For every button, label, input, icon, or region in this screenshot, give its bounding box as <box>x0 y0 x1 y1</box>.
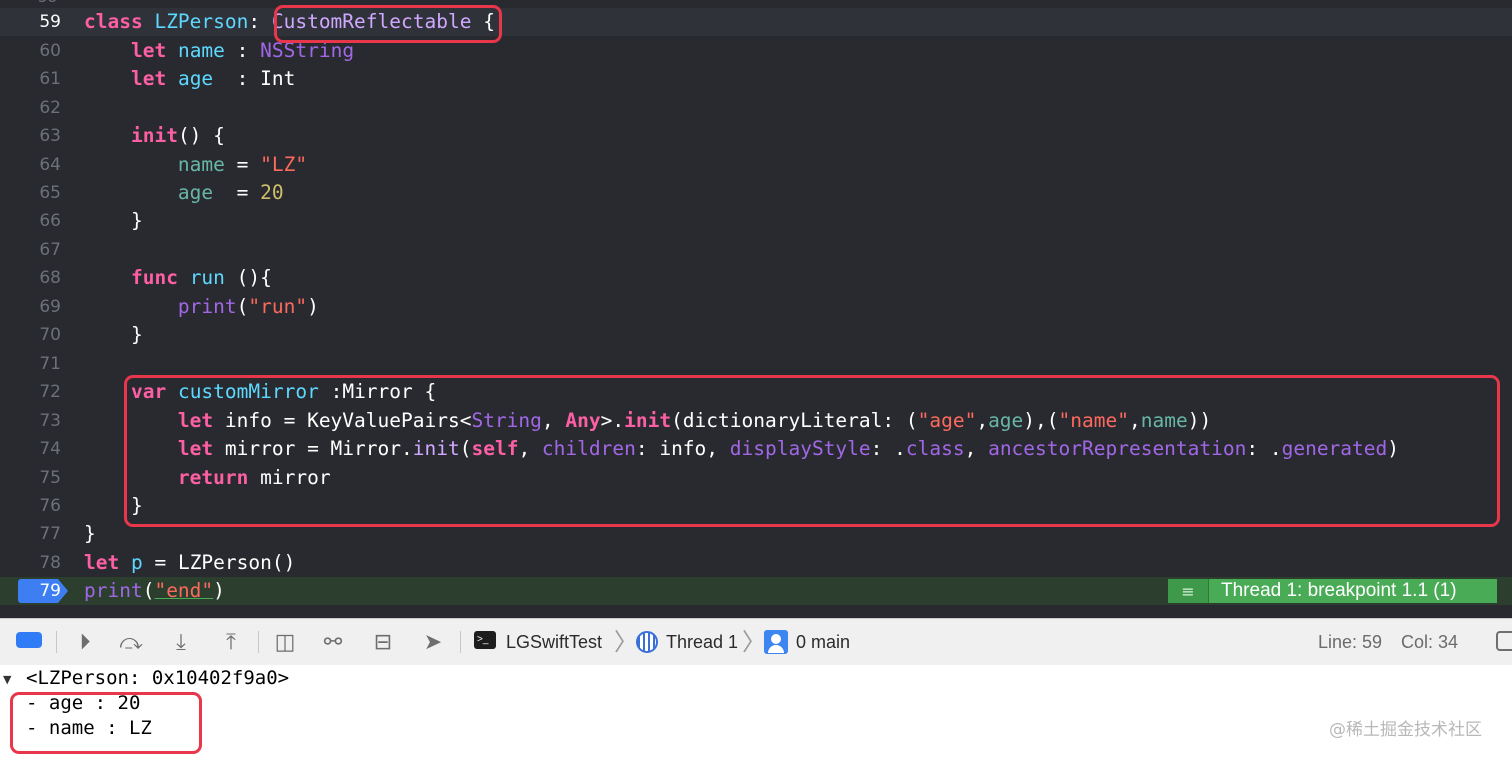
code-line-76[interactable]: 76 } <box>0 492 1512 520</box>
line-number: 79 <box>39 581 61 601</box>
code-text[interactable]: } <box>84 207 143 235</box>
step-out-icon[interactable]: ⤒ <box>214 627 248 657</box>
code-line-69[interactable]: 69 print("run") <box>0 293 1512 321</box>
code-line-70[interactable]: 70 } <box>0 321 1512 349</box>
separator <box>460 631 461 653</box>
code-line-74[interactable]: 74 let mirror = Mirror.init(self, childr… <box>0 435 1512 463</box>
list-icon[interactable]: ≡ <box>1168 579 1208 603</box>
line-number: 65 <box>39 183 61 203</box>
continue-icon[interactable]: ⏵ <box>68 627 102 657</box>
step-over-icon[interactable]: ⤼ <box>114 627 148 657</box>
step-into-icon[interactable]: ⤓ <box>164 627 198 657</box>
environment-overrides-icon[interactable]: ⊟ <box>366 627 400 657</box>
code-line-72[interactable]: 72 var customMirror :Mirror { <box>0 378 1512 406</box>
code-text[interactable]: age = 20 <box>84 179 284 207</box>
disclosure-triangle-icon[interactable]: ▼ <box>3 673 11 686</box>
separator <box>56 631 57 653</box>
debug-console[interactable]: ▼ <LZPerson: 0x10402f9a0> - age : 20 - n… <box>0 665 1512 759</box>
code-line-60[interactable]: 60 let name : NSString <box>0 37 1512 65</box>
console-line: - name : LZ <box>26 717 152 739</box>
code-line-65[interactable]: 65 age = 20 <box>0 179 1512 207</box>
code-text[interactable]: let p = LZPerson() <box>84 549 295 577</box>
thread-icon <box>636 631 658 653</box>
code-line-62[interactable]: 62 <box>0 94 1512 122</box>
code-text[interactable]: let age : Int <box>84 65 295 93</box>
line-number: 73 <box>39 411 61 431</box>
line-number: 74 <box>39 439 61 459</box>
breakpoints-toggle-icon[interactable] <box>16 632 42 648</box>
line-number: 66 <box>39 211 61 231</box>
code-text[interactable]: } <box>84 492 143 520</box>
code-line-73[interactable]: 73 let info = KeyValuePairs<String, Any>… <box>0 407 1512 435</box>
simulate-location-icon[interactable]: ➤ <box>416 627 450 657</box>
line-number: 63 <box>39 126 61 146</box>
code-text[interactable]: print("end") <box>84 577 225 605</box>
code-line-75[interactable]: 75 return mirror <box>0 464 1512 492</box>
memory-graph-icon[interactable]: ⚯ <box>316 627 350 657</box>
line-number: 70 <box>39 325 61 345</box>
code-line-68[interactable]: 68 func run (){ <box>0 264 1512 292</box>
code-line-61[interactable]: 61 let age : Int <box>0 65 1512 93</box>
view-hierarchy-icon[interactable]: ◫ <box>268 627 302 657</box>
line-number: 59 <box>39 12 61 32</box>
console-line: - age : 20 <box>26 692 141 714</box>
watermark: @稀土掘金技术社区 <box>1329 720 1482 740</box>
line-number: 72 <box>39 382 61 402</box>
code-text[interactable]: let name : NSString <box>84 37 354 65</box>
line-number: 69 <box>39 297 61 317</box>
code-text[interactable]: func run (){ <box>84 264 272 292</box>
breakpoint-annotation[interactable]: ≡ Thread 1: breakpoint 1.1 (1) <box>1168 579 1497 603</box>
line-number: 60 <box>39 41 61 61</box>
code-text[interactable]: name = "LZ" <box>84 151 307 179</box>
code-line-59[interactable]: 59 class LZPerson: CustomReflectable { <box>0 8 1512 36</box>
line-number: 71 <box>39 354 61 374</box>
code-text[interactable]: let mirror = Mirror.init(self, children:… <box>84 435 1399 463</box>
code-line-67[interactable]: 67 <box>0 236 1512 264</box>
code-line-77[interactable]: 77 } <box>0 520 1512 548</box>
column-indicator: Col: 34 <box>1401 632 1459 652</box>
code-line-64[interactable]: 64 name = "LZ" <box>0 151 1512 179</box>
line-number: 78 <box>39 553 61 573</box>
terminal-icon: >_ <box>474 631 496 649</box>
breadcrumb-target[interactable]: LGSwiftTest <box>506 619 602 665</box>
code-line-63[interactable]: 63 init() { <box>0 122 1512 150</box>
chevron-right-icon: 〉 <box>614 628 638 656</box>
breadcrumb-frame[interactable]: 0 main <box>796 619 850 665</box>
line-number: 77 <box>39 524 61 544</box>
partial-line-number: 58 <box>0 0 1512 6</box>
line-number: 62 <box>39 98 61 118</box>
line-number: 76 <box>39 496 61 516</box>
code-text[interactable]: } <box>84 321 143 349</box>
debug-bar: ⏵ ⤼ ⤓ ⤒ ◫ ⚯ ⊟ ➤ >_ LGSwiftTest 〉 Thread … <box>0 618 1512 666</box>
chevron-right-icon: 〉 <box>742 628 766 656</box>
code-text[interactable]: } <box>84 520 96 548</box>
code-line-71[interactable]: 71 <box>0 350 1512 378</box>
breadcrumb-thread[interactable]: Thread 1 <box>666 619 738 665</box>
line-number: 67 <box>39 240 61 260</box>
code-line-66[interactable]: 66 } <box>0 207 1512 235</box>
code-text[interactable]: return mirror <box>84 464 331 492</box>
user-frame-icon <box>764 630 788 654</box>
line-number: 75 <box>39 468 61 488</box>
code-line-78[interactable]: 78 let p = LZPerson() <box>0 549 1512 577</box>
code-editor[interactable]: 58 59 class LZPerson: CustomReflectable … <box>0 0 1512 618</box>
panel-toggle-icon[interactable] <box>1496 631 1512 651</box>
line-indicator: Line: 59 <box>1318 632 1383 652</box>
code-text[interactable]: class LZPerson: CustomReflectable { <box>84 8 495 36</box>
breakpoint-label: Thread 1: breakpoint 1.1 (1) <box>1208 579 1497 603</box>
console-line: <LZPerson: 0x10402f9a0> <box>26 667 290 689</box>
code-line-79[interactable]: 79 print("end") ≡ Thread 1: breakpoint 1… <box>0 577 1512 605</box>
line-number: 68 <box>39 268 61 288</box>
code-text[interactable]: print("run") <box>84 293 319 321</box>
code-text[interactable]: let info = KeyValuePairs<String, Any>.in… <box>84 407 1211 435</box>
separator <box>258 631 259 653</box>
code-text[interactable]: var customMirror :Mirror { <box>84 378 436 406</box>
code-text[interactable]: init() { <box>84 122 225 150</box>
line-number: 61 <box>39 69 61 89</box>
line-number: 64 <box>39 155 61 175</box>
